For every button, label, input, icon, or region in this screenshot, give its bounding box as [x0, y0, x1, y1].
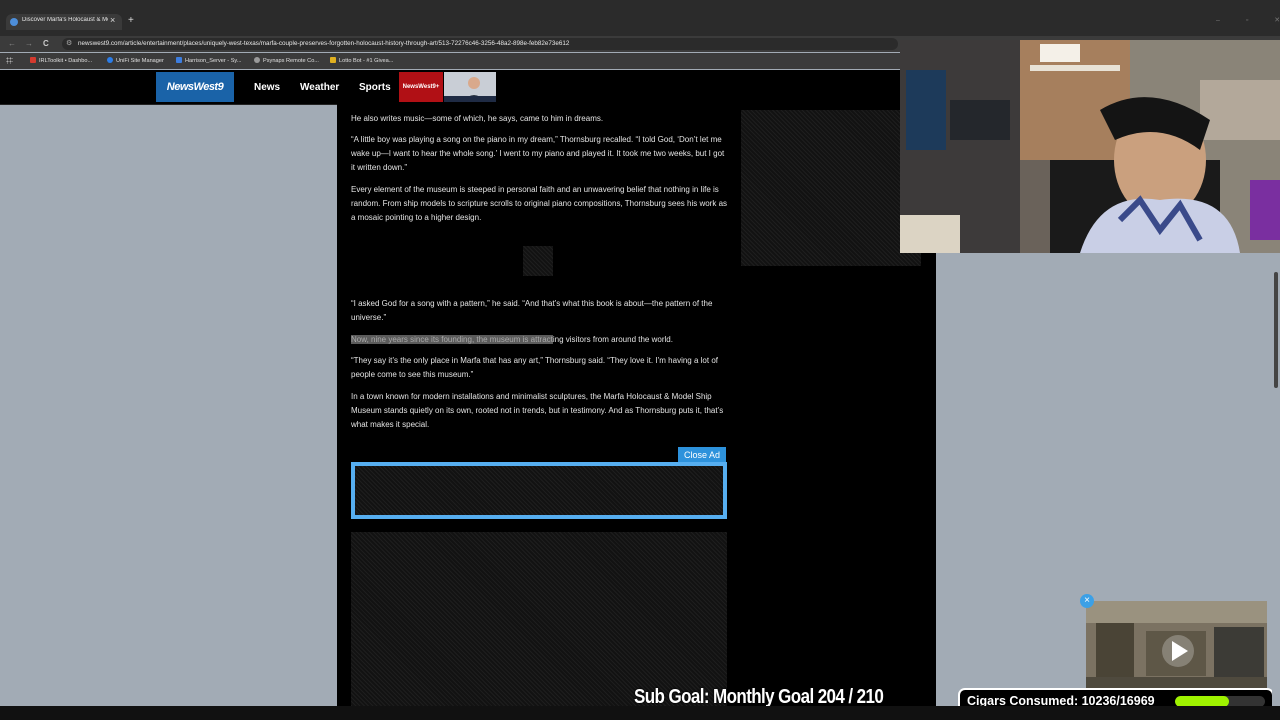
newswest9-logo[interactable]: NewsWest9: [156, 72, 234, 102]
article-paragraph: Every element of the museum is steeped i…: [351, 185, 728, 222]
close-tab-icon[interactable]: ×: [110, 15, 115, 25]
server-icon: [176, 57, 182, 63]
bookmark-item[interactable]: Harrison_Server - Sy...: [176, 57, 241, 64]
mini-video-player[interactable]: [1086, 601, 1267, 688]
anchor-portrait-icon: [444, 72, 496, 102]
address-bar[interactable]: ⚙ newswest9.com/article/entertainment/pl…: [62, 38, 898, 50]
article-paragraph: In a town known for modern installations…: [351, 392, 724, 429]
sidebar-ad-placeholder[interactable]: [741, 110, 921, 266]
site-nav: NewsWest9 News Weather Sports NewsWest9+: [0, 70, 900, 105]
nav-sports[interactable]: Sports: [359, 82, 391, 93]
newswest9-plus-link[interactable]: NewsWest9+: [399, 72, 443, 102]
bookmark-item[interactable]: IRLToolkit • Dashbo...: [30, 57, 92, 64]
unifi-icon: [107, 57, 113, 63]
new-tab-button[interactable]: +: [128, 15, 134, 26]
nav-weather[interactable]: Weather: [300, 82, 339, 93]
bookmark-item[interactable]: UniFi Site Manager: [107, 57, 164, 64]
image-placeholder: [523, 246, 553, 276]
article-paragraph: “A little boy was playing a song on the …: [351, 135, 725, 172]
webcam-scene: [900, 40, 1280, 253]
webcam-feed: [900, 40, 1280, 253]
tab-title: Discover Marfa's Holocaust & Model Ship …: [22, 17, 108, 23]
text-selection: Now, nine years since its founding, the …: [351, 335, 553, 344]
back-arrow-icon[interactable]: ←: [8, 39, 16, 48]
article-body: He also writes music—some of which, he s…: [337, 104, 936, 706]
museum-video-thumbnail: [1086, 601, 1267, 688]
remote-icon: [254, 57, 260, 63]
tab-strip: Discover Marfa's Holocaust & Model Ship …: [0, 0, 1280, 36]
article-paragraph: “I asked God for a song with a pattern,”…: [351, 299, 713, 322]
apps-grid-icon[interactable]: [6, 57, 13, 64]
close-ad-button[interactable]: Close Ad: [678, 447, 726, 463]
globe-icon: [10, 18, 18, 26]
url-text: newswest9.com/article/entertainment/plac…: [78, 40, 570, 47]
bottom-strip: [0, 706, 1280, 720]
anchor-thumbnail[interactable]: [444, 72, 496, 102]
window-controls[interactable]: – ▫ ✕: [1216, 16, 1280, 24]
bookmark-item[interactable]: Lotto Bot - #1 Givea...: [330, 57, 393, 64]
article-paragraph: “They say it’s the only place in Marfa t…: [351, 356, 718, 379]
article-paragraph-highlighted: Now, nine years since its founding, the …: [351, 335, 673, 344]
lotto-icon: [330, 57, 336, 63]
bookmark-item[interactable]: Psynaps Remote Co...: [254, 57, 319, 64]
scrollbar-thumb[interactable]: [1274, 272, 1278, 388]
nav-news[interactable]: News: [254, 82, 280, 93]
browser-tab[interactable]: Discover Marfa's Holocaust & Model Ship …: [6, 14, 122, 30]
video-ad-placeholder[interactable]: [351, 532, 727, 706]
ad-banner[interactable]: [351, 462, 727, 519]
forward-arrow-icon[interactable]: →: [25, 39, 33, 48]
reload-icon[interactable]: C: [43, 39, 49, 48]
article-paragraph: He also writes music—some of which, he s…: [351, 114, 604, 123]
irltoolkit-icon: [30, 57, 36, 63]
site-info-icon[interactable]: ⚙: [66, 39, 72, 47]
close-mini-player-button[interactable]: ×: [1080, 594, 1094, 608]
